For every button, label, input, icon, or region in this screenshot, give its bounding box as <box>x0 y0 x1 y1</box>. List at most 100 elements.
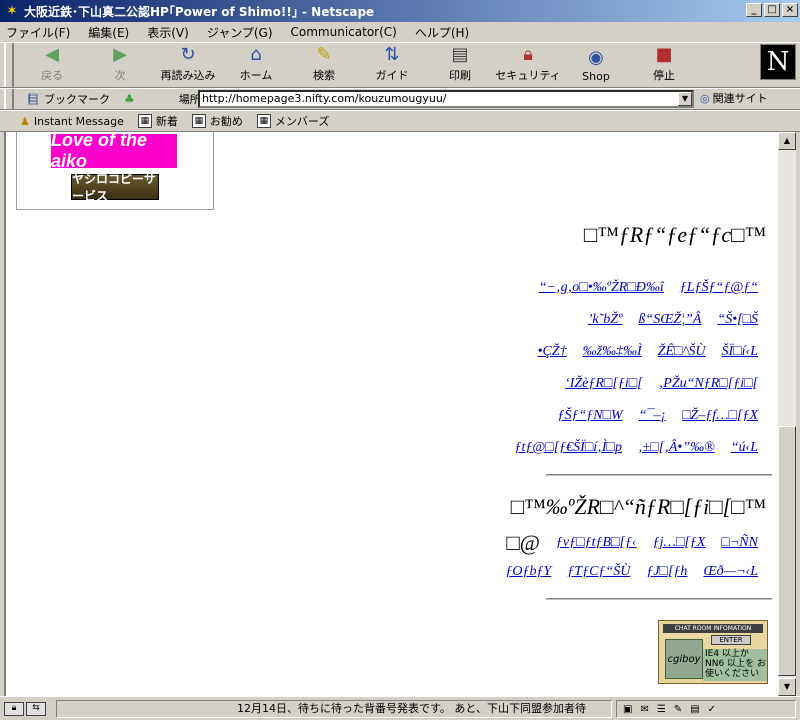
chat-enter-button[interactable]: ENTER <box>711 635 751 645</box>
link[interactable]: ŽÊ□^ŠÙ <box>658 344 706 360</box>
link[interactable]: ƒŠƒ“ƒN□W <box>557 408 622 424</box>
print-button[interactable]: ▤ 印刷 <box>426 41 494 87</box>
link[interactable]: ƒLƒŠƒ“ƒ@ƒ“ <box>680 280 758 296</box>
minimize-button[interactable]: _ <box>746 3 762 17</box>
link-row: •ÇŽ† ‰ž‰‡‰Ì ŽÊ□^ŠÙ ŠÏ□í‹L <box>538 344 758 360</box>
security-button[interactable]: 🔒︎ セキュリティ <box>494 41 562 87</box>
instant-message-button[interactable]: ♟ Instant Message <box>20 115 124 128</box>
related-sites-icon: ◎ <box>700 91 710 105</box>
link[interactable]: ‚PŽu“NƒR□[ƒi□[ <box>659 376 758 392</box>
link[interactable]: “−‚g‚o□•‰ºŽR□Ð‰î <box>539 280 664 296</box>
check-icon[interactable]: ✓ <box>708 704 716 715</box>
menu-communicator[interactable]: Communicator(C) <box>291 25 397 39</box>
section-lead: □@ <box>506 530 540 555</box>
navigator-icon[interactable]: ▣ <box>623 704 632 715</box>
home-icon: ⌂ <box>250 43 262 65</box>
scroll-up-button[interactable]: ▲ <box>778 132 796 150</box>
title-bar: ✶ 大阪近鉄･下山真二公認HP｢Power of Shimo!!｣ - Nets… <box>0 0 800 22</box>
bookmark-icon: 📘︎ <box>26 92 40 106</box>
url-input[interactable]: http://homepage3.nifty.com/kouzumougyuu/… <box>198 90 694 108</box>
personal-toolbar: ♟ Instant Message ▦ 新着 ▦ お勧め ▦ メンバーズ <box>0 110 800 132</box>
location-grip[interactable] <box>4 89 14 109</box>
divider <box>546 598 772 601</box>
status-message: 12月14日、待ちに待った背番号発表です。 あと、下山下同盟参加者待 <box>56 700 612 718</box>
print-status-icon[interactable]: ▤ <box>690 704 699 715</box>
link[interactable]: ‚±□[‚Â•”‰® <box>638 440 715 456</box>
maximize-button[interactable]: □ <box>764 3 780 17</box>
menu-file[interactable]: ファイル(F) <box>6 24 70 41</box>
menu-edit[interactable]: 編集(E) <box>88 24 129 41</box>
scroll-thumb[interactable] <box>778 426 796 676</box>
yashiro-copy-banner[interactable]: ヤシロコピーサービス <box>71 172 159 203</box>
lock-icon: 🔒︎ <box>523 43 533 65</box>
page-icon: ▦ <box>256 114 271 128</box>
cgiboy-logo: cgiboy <box>665 639 703 679</box>
link[interactable]: ƒOƒbƒY <box>505 564 551 580</box>
link-row: ƒŠƒ“ƒN□W “¯–¡ □Ž–ƒf…□[ƒX <box>557 408 758 424</box>
link[interactable]: ŠÏ□í‹L <box>722 344 758 360</box>
menu-help[interactable]: ヘルプ(H) <box>415 24 469 41</box>
window-title: 大阪近鉄･下山真二公認HP｢Power of Shimo!!｣ - Netsca… <box>24 4 375 19</box>
guide-button[interactable]: ⇅ ガイド <box>358 41 426 87</box>
link[interactable]: ’k˜bŽº <box>588 312 623 328</box>
component-bar: ▣ ✉ ☰ ✎ ▤ ✓ <box>616 700 796 718</box>
print-icon: ▤ <box>451 43 469 65</box>
status-bar: 🔒︎ ⇆ 12月14日、待ちに待った背番号発表です。 あと、下山下同盟参加者待 … <box>0 696 800 720</box>
vertical-scrollbar[interactable]: ▲ ▼ <box>778 132 796 696</box>
link[interactable]: □Ž–ƒf…□[ƒX <box>682 408 758 424</box>
shimoyama-corner-heading: □™‰ºŽR□^“ñƒR□[ƒi□[□™ <box>510 494 766 519</box>
link[interactable]: ß“SŒŽ¦”Â <box>638 312 701 328</box>
mail-icon[interactable]: ✉ <box>640 704 648 715</box>
menu-go[interactable]: ジャンプ(G) <box>207 24 273 41</box>
netscape-window-icon[interactable]: ✶ <box>4 3 20 19</box>
composer-icon[interactable]: ✎ <box>674 704 682 715</box>
chat-room-title: CHAT ROOM INFOMATION <box>663 624 763 633</box>
link-row: ƒtƒ@□[ƒ€ŠÏ□í‚Ì□p ‚±□[‚Â•”‰® “ú‹L <box>515 440 759 456</box>
link[interactable]: ƒvƒ□ƒtƒB□[ƒ‹ <box>556 535 637 551</box>
toolbar-grip[interactable] <box>4 43 14 87</box>
security-status-icon[interactable]: 🔒︎ <box>4 701 24 716</box>
link[interactable]: “ú‹L <box>731 440 758 456</box>
home-button[interactable]: ⌂ ホーム <box>222 41 290 87</box>
recommend-button[interactable]: ▦ お勧め <box>191 113 243 129</box>
link-row: ’k˜bŽº ß“SŒŽ¦”Â “Š•[□Š <box>588 312 758 328</box>
netscape-logo[interactable]: N <box>760 44 796 80</box>
close-button[interactable]: × <box>782 3 798 17</box>
chevron-down-icon[interactable]: ▼ <box>678 92 692 106</box>
chat-room-banner[interactable]: CHAT ROOM INFOMATION ENTER cgiboy IE4 以上… <box>658 620 768 684</box>
new-button[interactable]: ▦ 新着 <box>137 113 178 129</box>
members-button[interactable]: ▦ メンバーズ <box>256 113 329 129</box>
related-sites-button[interactable]: ◎ 関連サイト <box>700 90 768 106</box>
link[interactable]: •ÇŽ† <box>538 344 567 360</box>
shop-button[interactable]: ◉ Shop <box>562 41 630 87</box>
menu-bar: ファイル(F) 編集(E) 表示(V) ジャンプ(G) Communicator… <box>0 22 800 42</box>
discussion-icon[interactable]: ☰ <box>657 704 666 715</box>
link[interactable]: Œð—¬‹L <box>703 564 758 580</box>
forward-button[interactable]: ▶ 次 <box>86 41 154 87</box>
link[interactable]: □¬ÑN <box>721 535 758 551</box>
link[interactable]: ‰ž‰‡‰Ì <box>583 344 642 360</box>
love-of-the-aiko-banner[interactable]: Love of the aiko <box>51 132 177 171</box>
link[interactable]: ƒj…□[ƒX <box>653 535 706 551</box>
page-icon: ▦ <box>191 114 206 128</box>
link[interactable]: “¯–¡ <box>639 408 666 424</box>
instant-message-icon: ♟ <box>20 114 30 128</box>
reload-button[interactable]: ↻ 再読み込み <box>154 41 222 87</box>
link[interactable]: ƒtƒ@□[ƒ€ŠÏ□í‚Ì□p <box>515 440 622 456</box>
link[interactable]: “Š•[□Š <box>717 312 758 328</box>
link-row: “−‚g‚o□•‰ºŽR□Ð‰î ƒLƒŠƒ“ƒ@ƒ“ <box>539 280 758 296</box>
link[interactable]: ƒJ□[ƒh <box>646 564 687 580</box>
banner-box: Love of the aiko ヤシロコピーサービス <box>16 132 214 210</box>
link[interactable]: ‘IŽèƒR□[ƒi□[ <box>565 376 643 392</box>
scroll-down-button[interactable]: ▼ <box>778 678 796 696</box>
search-button[interactable]: ✎ 検索 <box>290 41 358 87</box>
back-button[interactable]: ◀ 戻る <box>18 41 86 87</box>
link[interactable]: ƒTƒCƒ“ŠÙ <box>567 564 630 580</box>
connection-icon[interactable]: ⇆ <box>26 701 46 716</box>
page-content: Love of the aiko ヤシロコピーサービス □™ƒRƒ“ƒeƒ“ƒc… <box>4 132 778 696</box>
stop-button[interactable]: ■ 停止 <box>630 41 698 87</box>
shop-icon: ◉ <box>588 46 604 68</box>
menu-view[interactable]: 表示(V) <box>147 24 189 41</box>
browser-note: IE4 以上か NN6 以上を お使いください <box>703 649 767 681</box>
bookmarks-button[interactable]: 📘︎ ブックマーク <box>26 91 110 107</box>
